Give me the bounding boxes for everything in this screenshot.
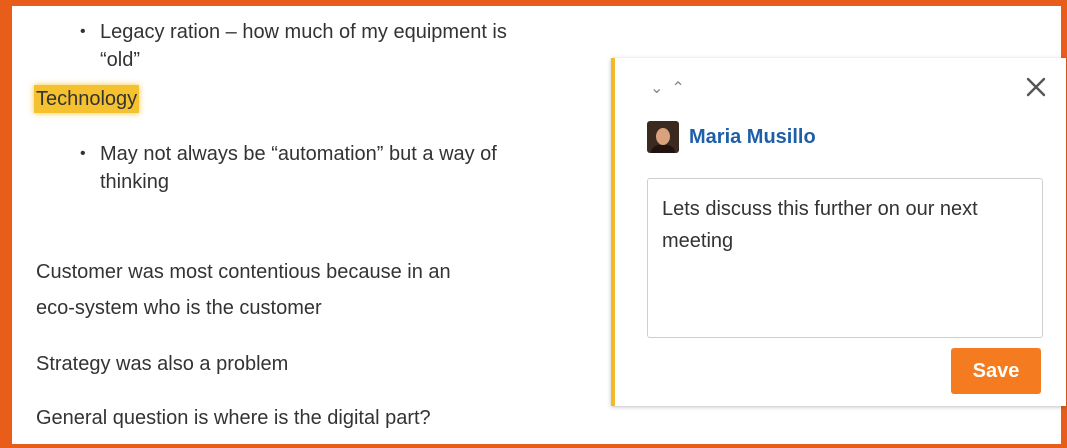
chevron-down-icon[interactable]: ⌄ <box>650 80 671 97</box>
list-item: • Legacy ration – how much of my equipme… <box>80 18 540 74</box>
comment-panel: ⌄⌃ Maria Musillo Lets discuss this furth… <box>611 58 1066 406</box>
save-button[interactable]: Save <box>951 348 1041 394</box>
paragraph-question: General question is where is the digital… <box>36 407 431 429</box>
list-item: • May not always be “automation” but a w… <box>80 140 540 196</box>
avatar <box>647 121 679 153</box>
paragraph-strategy: Strategy was also a problem <box>36 353 289 375</box>
comment-author: Maria Musillo <box>647 120 816 154</box>
comment-nav: ⌄⌃ <box>650 78 693 98</box>
list-item-text: Legacy ration – how much of my equipment… <box>100 21 507 71</box>
document-body: • Legacy ration – how much of my equipme… <box>0 0 600 448</box>
bullet-dot: • <box>80 145 86 162</box>
author-name[interactable]: Maria Musillo <box>689 126 816 149</box>
paragraph-customer: Customer was most contentious because in… <box>36 261 451 283</box>
list-item-text: May not always be “automation” but a way… <box>100 143 497 193</box>
comment-input[interactable]: Lets discuss this further on our next me… <box>647 178 1043 338</box>
close-icon[interactable] <box>1023 74 1049 100</box>
highlighted-heading[interactable]: Technology <box>34 85 140 113</box>
chevron-up-icon[interactable]: ⌃ <box>671 80 692 97</box>
bullet-dot: • <box>80 23 86 40</box>
paragraph-customer-cont: eco-system who is the customer <box>36 297 322 319</box>
